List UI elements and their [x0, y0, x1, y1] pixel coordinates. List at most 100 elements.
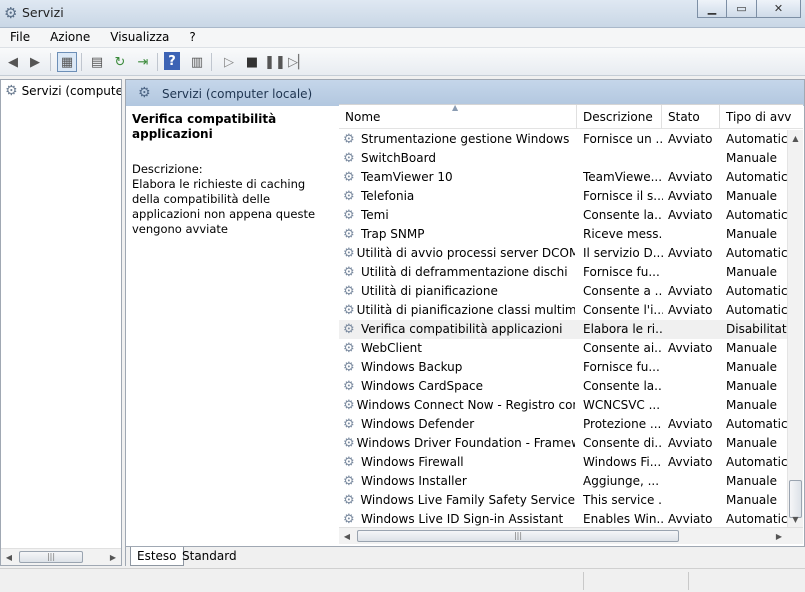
column-header-description[interactable]: Descrizione: [577, 105, 662, 129]
table-row[interactable]: ⚙ Utilità di pianificazione Consente a ...…: [339, 282, 795, 301]
scroll-left-icon[interactable]: ◀: [339, 528, 355, 544]
menu-azione[interactable]: Azione: [40, 28, 100, 47]
menu-file[interactable]: File: [0, 28, 40, 47]
refresh-icon[interactable]: ↻: [110, 52, 130, 72]
gear-icon: ⚙: [343, 284, 355, 299]
service-status: Avviato: [668, 455, 713, 469]
menu-visualizza[interactable]: Visualizza: [100, 28, 179, 47]
stop-icon[interactable]: ■: [242, 52, 262, 72]
table-row[interactable]: ⚙ Windows Driver Foundation - Framew... Co…: [339, 434, 787, 453]
service-name: Windows Driver Foundation - Framew...: [356, 436, 575, 450]
scroll-right-icon[interactable]: ▶: [105, 549, 121, 565]
gear-icon: ⚙: [343, 189, 355, 204]
toolbar-separator: [211, 53, 212, 71]
service-name-cell: ⚙ Utilità di pianificazione: [343, 282, 575, 301]
gear-icon: ⚙: [343, 322, 355, 337]
service-startup-type: Manuale: [726, 379, 777, 393]
scroll-left-icon[interactable]: ◀: [1, 549, 17, 565]
help-icon[interactable]: ?: [164, 52, 180, 70]
scroll-up-icon[interactable]: ▲: [788, 130, 803, 146]
service-startup-type: Automatico: [726, 417, 795, 431]
minimize-button[interactable]: ▁: [697, 0, 727, 18]
scroll-down-icon[interactable]: ▼: [788, 511, 803, 527]
service-description: Consente la...: [583, 208, 663, 222]
services-rows: ⚙ Strumentazione gestione Windows Fornisce…: [339, 130, 795, 529]
tree-item-services[interactable]: ⚙ Servizi (computer: [5, 83, 121, 99]
table-row[interactable]: ⚙ Utilità di deframmentazione dischi Forni…: [339, 263, 787, 282]
maximize-icon: ▭: [736, 2, 747, 15]
service-description: Fornisce il s...: [583, 189, 663, 203]
service-description: Fornisce fu...: [583, 360, 660, 374]
table-row[interactable]: ⚙ Trap SNMP Riceve mess... Manuale: [339, 225, 787, 244]
service-startup-type: Manuale: [726, 474, 777, 488]
services-pane-title: Servizi (computer locale): [162, 87, 313, 101]
table-row[interactable]: ⚙ Windows CardSpace Consente la... Manuale: [339, 377, 787, 396]
service-startup-type: Automatico: [726, 303, 795, 317]
table-row[interactable]: ⚙ Temi Consente la... Avviato Automatico: [339, 206, 795, 225]
sort-ascending-icon: ▲: [452, 104, 459, 112]
service-description: Riceve mess...: [583, 227, 663, 241]
service-name: Utilità di avvio processi server DCOM: [356, 246, 575, 260]
service-description: Windows Fi...: [583, 455, 662, 469]
service-name: WebClient: [361, 341, 422, 355]
toolbar-separator: [81, 53, 82, 71]
view-icon[interactable]: ▥: [187, 52, 207, 72]
column-header-status[interactable]: Stato: [662, 105, 720, 129]
service-description: Elabora le ri...: [583, 322, 663, 336]
table-row[interactable]: ⚙ Windows Connect Now - Registro con... WC…: [339, 396, 787, 415]
close-button[interactable]: ✕: [757, 0, 801, 18]
show-hide-tree-icon[interactable]: ▦: [57, 52, 77, 72]
service-name: Verifica compatibilità applicazioni: [361, 322, 563, 336]
forward-arrow-icon[interactable]: ▶: [25, 52, 45, 72]
gear-icon: ⚙: [343, 208, 355, 223]
table-row[interactable]: ⚙ TeamViewer 10 TeamViewe... Avviato Automat…: [339, 168, 795, 187]
window-title: Servizi: [22, 5, 64, 20]
service-description-label: Descrizione:: [132, 162, 203, 176]
column-header-startup-type[interactable]: Tipo di avv: [720, 105, 803, 129]
pause-icon[interactable]: ❚❚: [264, 52, 286, 72]
service-startup-type: Automatico: [726, 170, 795, 184]
service-name: Windows Defender: [361, 417, 475, 431]
list-vertical-scrollbar[interactable]: ▲ ▼: [787, 130, 803, 527]
service-name: Utilità di deframmentazione dischi: [361, 265, 568, 279]
service-name-cell: ⚙ Windows Installer: [343, 472, 575, 491]
tab-standard[interactable]: Standard: [176, 547, 243, 566]
table-row[interactable]: ⚙ SwitchBoard Manuale: [339, 149, 787, 168]
gear-icon: ⚙: [343, 227, 355, 242]
maximize-button[interactable]: ▭: [727, 0, 757, 18]
table-row[interactable]: ⚙ Windows Defender Protezione ... Avviato Au…: [339, 415, 795, 434]
status-panel: [583, 572, 688, 590]
service-description: Consente l'i...: [583, 303, 663, 317]
table-row[interactable]: ⚙ Utilità di avvio processi server DCOM Il…: [339, 244, 795, 263]
scrollbar-thumb[interactable]: |||: [357, 530, 679, 542]
services-pane-header: ⚙ Servizi (computer locale): [126, 80, 804, 106]
service-startup-type: Manuale: [726, 265, 777, 279]
table-row[interactable]: ⚙ Windows Live Family Safety Service This …: [339, 491, 787, 510]
back-arrow-icon[interactable]: ◀: [3, 52, 23, 72]
service-name: Windows Live Family Safety Service: [360, 493, 575, 507]
service-startup-type: Automatico: [726, 284, 795, 298]
properties-icon[interactable]: ▤: [87, 52, 107, 72]
table-row[interactable]: ⚙ WebClient Consente ai... Avviato Manuale: [339, 339, 787, 358]
minimize-icon: ▁: [707, 2, 717, 15]
export-list-icon[interactable]: ⇥: [133, 52, 153, 72]
gear-icon: ⚙: [343, 436, 355, 451]
service-name: Strumentazione gestione Windows: [361, 132, 570, 146]
scrollbar-thumb[interactable]: |||: [19, 551, 83, 563]
play-icon[interactable]: ▷: [219, 52, 239, 72]
table-row[interactable]: ⚙ Windows Installer Aggiunge, ... Manuale: [339, 472, 787, 491]
list-horizontal-scrollbar[interactable]: ◀ ||| ▶: [339, 527, 803, 544]
table-row[interactable]: ⚙ Windows Backup Fornisce fu... Manuale: [339, 358, 787, 377]
restart-icon[interactable]: ▷▏: [288, 52, 308, 72]
table-row[interactable]: ⚙ Telefonia Fornisce il s... Avviato Manuale: [339, 187, 787, 206]
table-row[interactable]: ⚙ Windows Firewall Windows Fi... Avviato Aut…: [339, 453, 795, 472]
table-row[interactable]: ⚙ Utilità di pianificazione classi multim…: [339, 301, 795, 320]
scroll-right-icon[interactable]: ▶: [771, 528, 787, 544]
table-row[interactable]: ⚙ Verifica compatibilità applicazioni Elab…: [339, 320, 794, 339]
tree-horizontal-scrollbar[interactable]: ◀ ||| ▶: [1, 548, 121, 565]
service-description: Fornisce un ...: [583, 132, 663, 146]
menu-help[interactable]: ?: [179, 28, 205, 47]
table-row[interactable]: ⚙ Strumentazione gestione Windows Fornisce…: [339, 130, 795, 149]
service-status: Avviato: [668, 132, 713, 146]
service-startup-type: Manuale: [726, 493, 777, 507]
